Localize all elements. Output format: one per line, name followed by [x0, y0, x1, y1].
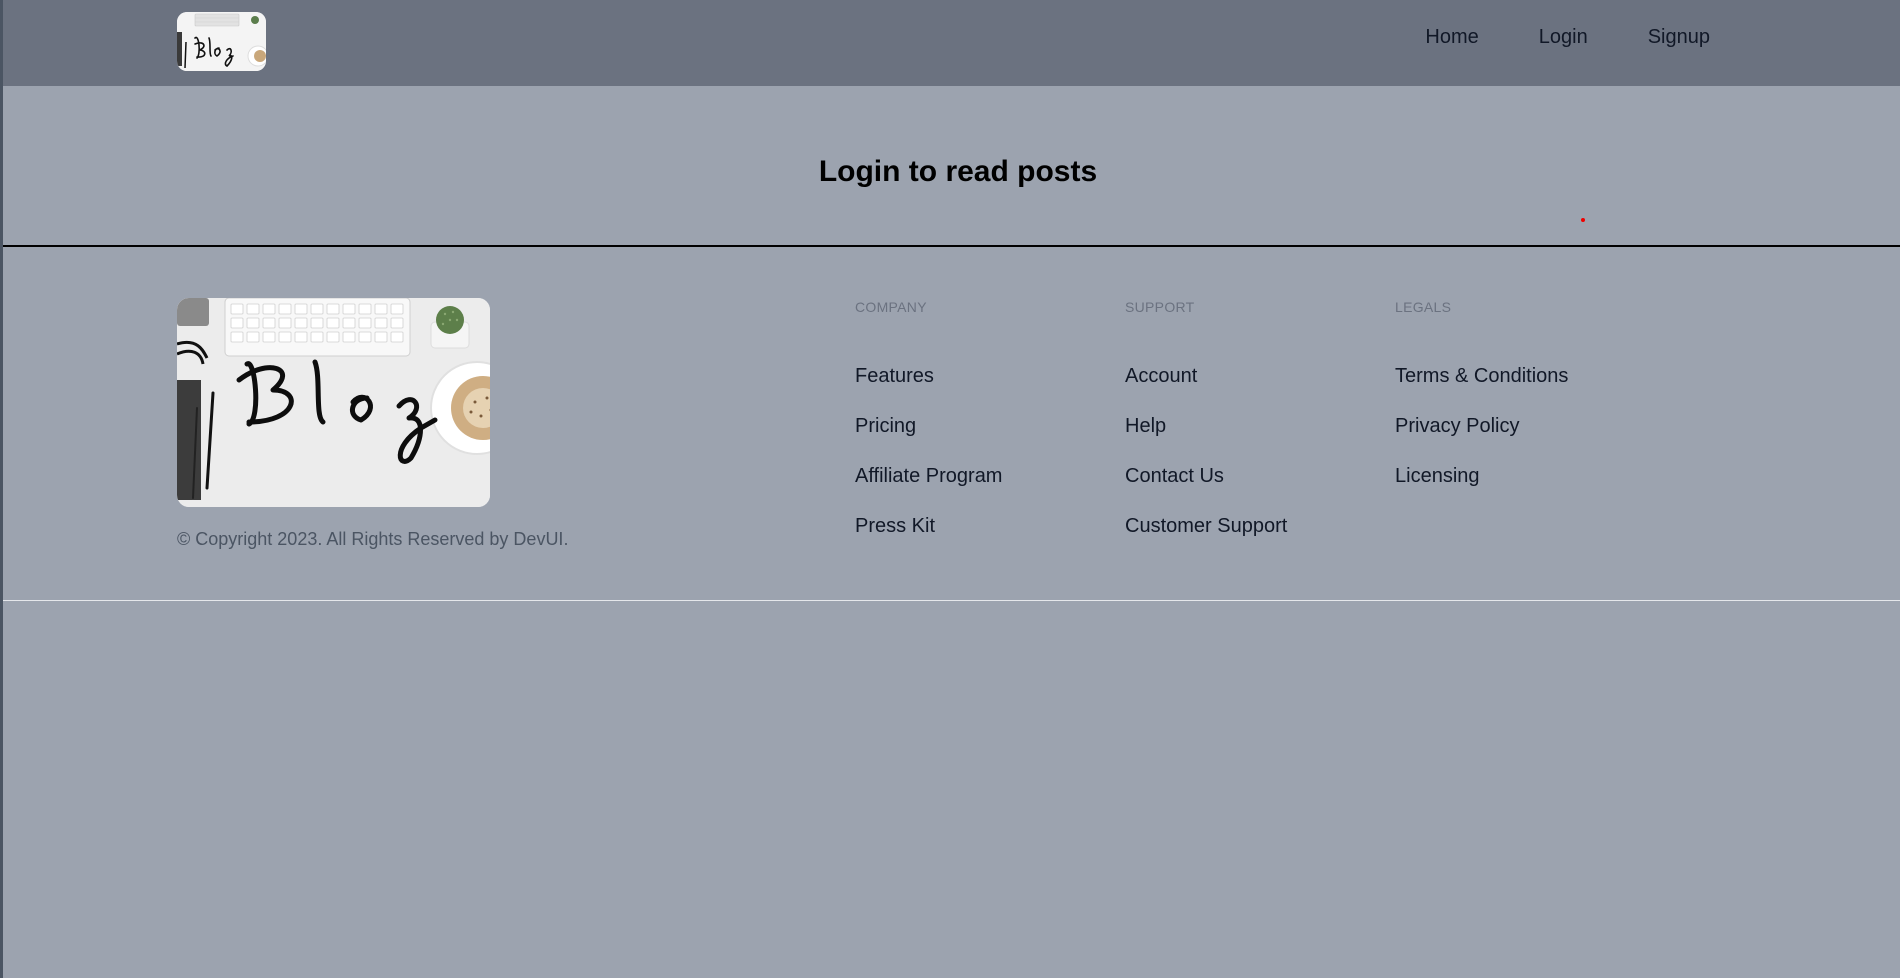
- nav-signup-link[interactable]: Signup: [1648, 26, 1710, 49]
- footer-blog-logo: [177, 298, 490, 507]
- footer-column-legals: LEGALS Terms & Conditions Privacy Policy…: [1395, 299, 1568, 513]
- nav-links: Home Login Signup: [1425, 26, 1710, 49]
- footer-column-company: COMPANY Features Pricing Affiliate Progr…: [855, 299, 1002, 563]
- footer-link-customer-support[interactable]: Customer Support: [1125, 513, 1287, 539]
- footer-link-help[interactable]: Help: [1125, 413, 1287, 439]
- footer-link-account[interactable]: Account: [1125, 363, 1287, 389]
- navbar: Home Login Signup: [3, 0, 1900, 86]
- nav-login-link[interactable]: Login: [1539, 26, 1588, 49]
- footer-link-privacy-policy[interactable]: Privacy Policy: [1395, 413, 1568, 439]
- footer-heading-company: COMPANY: [855, 299, 927, 315]
- footer-link-affiliate-program[interactable]: Affiliate Program: [855, 463, 1002, 489]
- footer-heading-legals: LEGALS: [1395, 299, 1452, 315]
- blog-logo-image: [177, 12, 266, 71]
- red-dot-indicator: [1581, 218, 1585, 222]
- blog-logo[interactable]: [177, 12, 266, 71]
- copyright-text: © Copyright 2023. All Rights Reserved by…: [177, 529, 569, 549]
- footer-link-licensing[interactable]: Licensing: [1395, 463, 1568, 489]
- login-prompt-heading: Login to read posts: [818, 155, 1098, 188]
- footer-link-press-kit[interactable]: Press Kit: [855, 513, 1002, 539]
- footer: © Copyright 2023. All Rights Reserved by…: [3, 247, 1900, 601]
- footer-blog-image: [177, 298, 490, 507]
- footer-link-pricing[interactable]: Pricing: [855, 413, 1002, 439]
- footer-heading-support: SUPPORT: [1125, 299, 1195, 315]
- footer-column-support: SUPPORT Account Help Contact Us Customer…: [1125, 299, 1287, 563]
- page: Home Login Signup Login to read posts © …: [0, 0, 1900, 978]
- footer-link-contact-us[interactable]: Contact Us: [1125, 463, 1287, 489]
- footer-link-features[interactable]: Features: [855, 363, 1002, 389]
- footer-link-terms-conditions[interactable]: Terms & Conditions: [1395, 363, 1568, 389]
- nav-home-link[interactable]: Home: [1425, 26, 1478, 49]
